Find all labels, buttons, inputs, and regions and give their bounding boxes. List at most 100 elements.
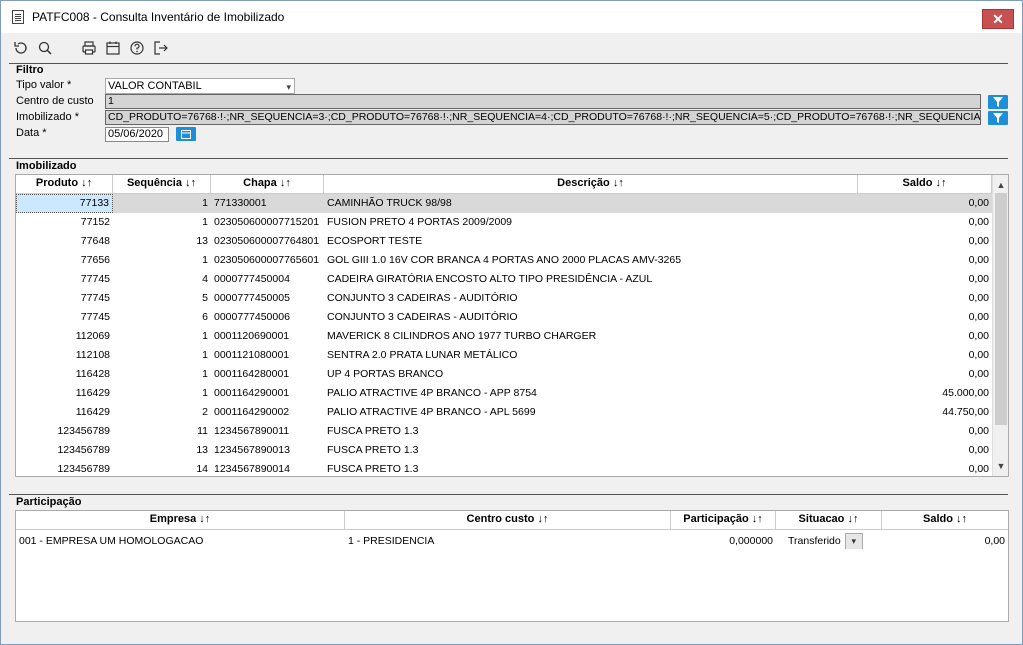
table-row[interactable]: 77656 1 023050600007765601 GOL GIII 1.0 16V… bbox=[16, 251, 992, 270]
sequencia-cell: 1 bbox=[202, 368, 208, 380]
imobilizado-label: Imobilizado * bbox=[16, 111, 79, 123]
saldo-cell: 0,00 bbox=[968, 368, 989, 380]
sequencia-cell: 1 bbox=[202, 387, 208, 399]
exit-icon[interactable] bbox=[149, 37, 173, 59]
table-row[interactable]: 112108 1 0001121080001 SENTRA 2.0 PRATA LUN… bbox=[16, 346, 992, 365]
saldo-cell: 0,00 bbox=[968, 425, 989, 437]
close-button[interactable]: ✕ bbox=[982, 9, 1014, 29]
chapa-cell: 1234567890013 bbox=[214, 444, 290, 456]
imobilizado-table: Produto ↓↑ Sequência ↓↑ Chapa ↓↑ Descriç… bbox=[15, 174, 1009, 477]
table-row[interactable]: 116429 1 0001164290001 PALIO ATRACTIVE 4P B… bbox=[16, 384, 992, 403]
scrollbar-thumb[interactable] bbox=[995, 193, 1007, 425]
data-field[interactable]: 05/06/2020 bbox=[105, 127, 169, 142]
chapa-cell: 0001164280001 bbox=[214, 368, 290, 380]
table-row[interactable]: 123456789 11 1234567890011 FUSCA PRETO 1.3 0… bbox=[16, 422, 992, 441]
filter-icon[interactable] bbox=[988, 95, 1008, 109]
sequencia-cell: 1 bbox=[202, 349, 208, 361]
descricao-cell: FUSCA PRETO 1.3 bbox=[327, 425, 419, 437]
participacao-table: Empresa ↓↑ Centro custo ↓↑ Participação … bbox=[15, 510, 1009, 622]
sequencia-cell: 1 bbox=[202, 330, 208, 342]
participacao-cell: 0,000000 bbox=[729, 535, 773, 547]
tipo-valor-select[interactable]: VALOR CONTABIL ▾ bbox=[105, 78, 295, 94]
produto-cell: 77745 bbox=[80, 292, 110, 304]
table-row[interactable]: 116428 1 0001164280001 UP 4 PORTAS BRANCO 0,… bbox=[16, 365, 992, 384]
saldo-cell: 0,00 bbox=[968, 444, 989, 456]
table-row[interactable]: 77745 5 0000777450005 CONJUNTO 3 CADEIRAS -… bbox=[16, 289, 992, 308]
tipo-valor-value: VALOR CONTABIL bbox=[108, 80, 202, 92]
descricao-cell: UP 4 PORTAS BRANCO bbox=[327, 368, 444, 380]
centro-custo-field[interactable]: 1 bbox=[105, 94, 981, 109]
table-row[interactable]: 77133 1 771330001 CAMINHÃO TRUCK 98/98 0,00 bbox=[16, 194, 992, 213]
produto-cell: 123456789 bbox=[57, 444, 110, 456]
sequencia-cell: 14 bbox=[196, 463, 208, 475]
centro-custo-label: Centro de custo bbox=[16, 95, 94, 107]
title-bar: PATFC008 - Consulta Inventário de Imobil… bbox=[1, 1, 1022, 33]
table-row[interactable]: 001 - EMPRESA UM HOMOLOGACAO 1 - PRESIDE… bbox=[16, 530, 1008, 552]
produto-cell: 77648 bbox=[80, 235, 110, 247]
calendar-icon[interactable] bbox=[101, 37, 125, 59]
descricao-cell: FUSCA PRETO 1.3 bbox=[327, 444, 419, 456]
produto-cell: 77745 bbox=[80, 273, 110, 285]
produto-cell: 123456789 bbox=[57, 463, 110, 475]
sequencia-cell: 11 bbox=[197, 425, 208, 437]
table-row[interactable]: 77152 1 023050600007715201 FUSION PRETO 4 P… bbox=[16, 213, 992, 232]
chapa-cell: 023050600007715201 bbox=[214, 216, 320, 228]
saldo-cell: 0,00 bbox=[968, 292, 989, 304]
column-header-saldo[interactable]: Saldo ↓↑ bbox=[858, 175, 992, 194]
table-row[interactable]: 112069 1 0001120690001 MAVERICK 8 CILINDROS… bbox=[16, 327, 992, 346]
imobilizado-field[interactable]: CD_PRODUTO=76768·!·;NR_SEQUENCIA=3·;CD_P… bbox=[105, 110, 981, 125]
filter-icon[interactable] bbox=[988, 111, 1008, 125]
divider bbox=[9, 158, 1008, 159]
produto-cell: 77745 bbox=[80, 311, 110, 323]
produto-cell: 77656 bbox=[80, 254, 110, 266]
produto-cell: 112069 bbox=[75, 330, 110, 342]
sequencia-cell: 1 bbox=[202, 197, 208, 209]
column-header-participacao[interactable]: Participação ↓↑ bbox=[671, 511, 776, 530]
tipo-valor-label: Tipo valor * bbox=[16, 79, 72, 91]
calendar-picker-button[interactable] bbox=[176, 127, 196, 141]
table-row[interactable]: 77648 13 023050600007764801 ECOSPORT TESTE 0… bbox=[16, 232, 992, 251]
saldo-cell: 0,00 bbox=[984, 535, 1005, 547]
column-header-chapa[interactable]: Chapa ↓↑ bbox=[211, 175, 324, 194]
sequencia-cell: 2 bbox=[202, 406, 208, 418]
saldo-cell: 0,00 bbox=[968, 273, 989, 285]
descricao-cell: CONJUNTO 3 CADEIRAS - AUDITÓRIO bbox=[327, 311, 518, 323]
window-title: PATFC008 - Consulta Inventário de Imobil… bbox=[32, 10, 285, 24]
chapa-cell: 0000777450004 bbox=[214, 273, 290, 285]
toolbar bbox=[9, 37, 173, 59]
produto-cell: 77133 bbox=[16, 194, 113, 213]
sequencia-cell: 1 bbox=[202, 216, 208, 228]
saldo-cell: 0,00 bbox=[968, 197, 989, 209]
refresh-icon[interactable] bbox=[9, 37, 33, 59]
situacao-cell[interactable]: Transferido ▾ bbox=[776, 530, 882, 549]
table-row[interactable]: 123456789 14 1234567890014 FUSCA PRETO 1.3 0… bbox=[16, 460, 992, 476]
print-icon[interactable] bbox=[77, 37, 101, 59]
table-row[interactable]: 116429 2 0001164290002 PALIO ATRACTIVE 4P B… bbox=[16, 403, 992, 422]
column-header-centro-custo[interactable]: Centro custo ↓↑ bbox=[345, 511, 671, 530]
column-header-sequencia[interactable]: Sequência ↓↑ bbox=[113, 175, 211, 194]
descricao-cell: CAMINHÃO TRUCK 98/98 bbox=[327, 197, 452, 209]
descricao-cell: PALIO ATRACTIVE 4P BRANCO - APP 8754 bbox=[327, 387, 537, 399]
column-header-produto[interactable]: Produto ↓↑ bbox=[16, 175, 113, 194]
column-header-situacao[interactable]: Situacao ↓↑ bbox=[776, 511, 882, 530]
help-icon[interactable] bbox=[125, 37, 149, 59]
column-header-empresa[interactable]: Empresa ↓↑ bbox=[16, 511, 345, 530]
table-row[interactable]: 123456789 13 1234567890013 FUSCA PRETO 1.3 0… bbox=[16, 441, 992, 460]
produto-cell: 116429 bbox=[75, 406, 110, 418]
table-row[interactable]: 77745 6 0000777450006 CONJUNTO 3 CADEIRAS -… bbox=[16, 308, 992, 327]
produto-cell: 112108 bbox=[75, 349, 110, 361]
saldo-cell: 0,00 bbox=[968, 330, 989, 342]
chapa-cell: 0001164290002 bbox=[214, 406, 290, 418]
vertical-scrollbar[interactable]: ▲ ▼ bbox=[992, 175, 1008, 476]
scroll-up-icon[interactable]: ▲ bbox=[993, 177, 1008, 193]
table-row[interactable]: 77745 4 0000777450004 CADEIRA GIRATÓRIA ENC… bbox=[16, 270, 992, 289]
saldo-cell: 0,00 bbox=[968, 254, 989, 266]
chevron-down-icon[interactable]: ▾ bbox=[844, 532, 863, 549]
saldo-cell: 0,00 bbox=[968, 235, 989, 247]
column-header-saldo[interactable]: Saldo ↓↑ bbox=[882, 511, 1008, 530]
data-label: Data * bbox=[16, 127, 47, 139]
chapa-cell: 0001120690001 bbox=[214, 330, 290, 342]
scroll-down-icon[interactable]: ▼ bbox=[993, 458, 1008, 474]
search-icon[interactable] bbox=[33, 37, 57, 59]
column-header-descricao[interactable]: Descrição ↓↑ bbox=[324, 175, 858, 194]
